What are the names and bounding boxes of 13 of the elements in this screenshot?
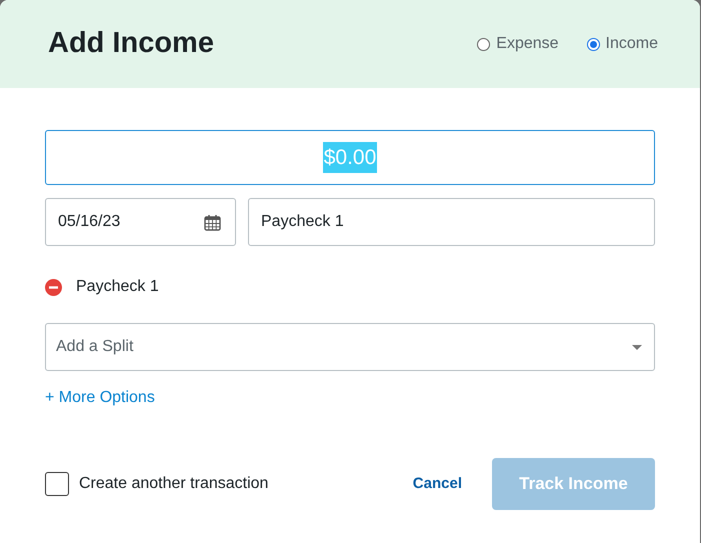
calendar-icon[interactable]: [204, 214, 221, 230]
dialog-title: Add Income: [48, 26, 214, 62]
remove-icon[interactable]: [45, 278, 62, 296]
more-options-link[interactable]: + More Options: [45, 386, 155, 410]
caret-icon: [632, 344, 642, 350]
type-radio[interactable]: Expense: [477, 32, 559, 56]
type-radio[interactable]: Income: [586, 32, 658, 56]
cancel-button[interactable]: Cancel: [410, 472, 464, 496]
split-dropdown[interactable]: Add a Split: [45, 323, 655, 371]
description-field[interactable]: Paycheck 1: [248, 198, 655, 246]
date-field[interactable]: 05/16/23: [45, 198, 236, 246]
split-label: Paycheck 1: [76, 277, 159, 297]
create-another-checkbox[interactable]: Create another transaction: [45, 472, 268, 496]
